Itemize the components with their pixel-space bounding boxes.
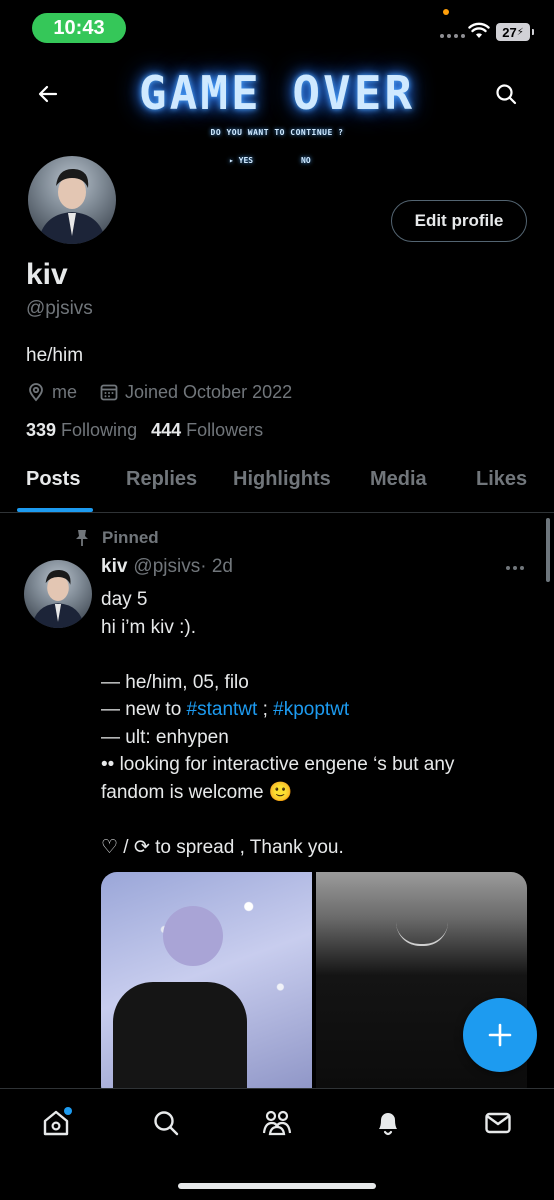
- following-link[interactable]: 339 Following: [26, 420, 137, 441]
- profile-avatar[interactable]: [24, 152, 120, 248]
- post-line-text: — new to: [101, 699, 187, 720]
- search-icon: [496, 84, 517, 105]
- avatar-image: [31, 570, 85, 628]
- followers-label: Followers: [186, 420, 264, 440]
- post-line: [101, 641, 531, 669]
- messages-icon: [485, 1112, 511, 1134]
- post-author-name[interactable]: kiv: [101, 556, 127, 578]
- pin-icon: [76, 530, 88, 546]
- post-line: — he/him, 05, filo: [101, 671, 249, 693]
- battery-indicator: 27 ⚡: [496, 23, 534, 41]
- location-pin-icon: [29, 383, 43, 402]
- notifications-icon: [379, 1113, 397, 1136]
- following-count: 339: [26, 420, 57, 440]
- tab-replies[interactable]: Replies: [126, 468, 197, 491]
- edit-profile-button[interactable]: Edit profile: [391, 200, 527, 242]
- wifi-icon: [468, 22, 490, 38]
- joined-text: Joined October 2022: [125, 381, 293, 402]
- post-author-handle[interactable]: @pjsivs: [133, 556, 200, 578]
- nav-search[interactable]: [146, 1103, 186, 1143]
- post-line-hashtags: — new to #stantwt ; #kpoptwt: [101, 696, 531, 724]
- profile-display-name: kiv: [26, 258, 68, 291]
- battery-level: 27: [502, 24, 517, 40]
- nav-communities[interactable]: [257, 1103, 297, 1143]
- post-more-button[interactable]: [500, 558, 530, 578]
- hashtag-link[interactable]: #stantwt: [187, 699, 258, 720]
- post-text: day 5 hi i’m kiv :). — he/him, 05, filo …: [101, 586, 531, 861]
- nav-notifications[interactable]: [368, 1103, 408, 1143]
- location-text: me: [52, 381, 78, 402]
- post-line: day 5: [101, 589, 148, 610]
- followers-count: 444: [151, 420, 182, 440]
- profile-meta: me Joined October 2022: [26, 380, 314, 404]
- followers-link[interactable]: 444 Followers: [151, 420, 263, 441]
- follow-stats: 339 Following 444 Followers: [26, 420, 277, 441]
- post-line: hi i’m kiv :).: [101, 616, 196, 638]
- status-time: 10:43: [32, 13, 126, 43]
- post-author-avatar[interactable]: [24, 560, 92, 628]
- cellular-signal-icon: [440, 34, 465, 38]
- banner-subtitle: DO YOU WANT TO CONTINUE ?: [210, 128, 344, 137]
- home-indicator-bar[interactable]: [178, 1183, 376, 1189]
- hashtag-link[interactable]: #kpoptwt: [273, 699, 349, 720]
- home-badge-dot: [64, 1107, 72, 1115]
- joined-item: Joined October 2022: [99, 382, 292, 403]
- banner-title: GAME OVER: [138, 66, 416, 120]
- bottom-navigation: [0, 1088, 554, 1200]
- location-item: me: [26, 382, 77, 403]
- profile-tabs: Posts Replies Highlights Media Likes: [0, 458, 554, 513]
- communities-icon: [262, 1110, 292, 1136]
- post-line: •• looking for interactive engene ‘s but…: [101, 754, 455, 775]
- active-tab-indicator: [17, 508, 93, 512]
- calendar-icon: [100, 384, 118, 401]
- tab-highlights[interactable]: Highlights: [233, 468, 331, 491]
- post-line: — ult: enhypen: [101, 726, 229, 748]
- nav-messages[interactable]: [478, 1103, 518, 1143]
- following-label: Following: [61, 420, 138, 440]
- back-arrow-icon: [38, 85, 58, 103]
- post-timestamp[interactable]: · 2d: [200, 556, 233, 578]
- nav-home[interactable]: [36, 1103, 76, 1143]
- avatar-image: [38, 168, 106, 244]
- banner-no: NO: [301, 156, 311, 165]
- pinned-label: Pinned: [102, 528, 159, 547]
- post-line: [101, 806, 531, 834]
- media-figure-head: [163, 906, 223, 966]
- post-line: fandom is welcome 🙂: [101, 781, 293, 803]
- search-icon: [154, 1111, 179, 1136]
- post-line: ♡ / ⟳ to spread , Thank you.: [101, 836, 344, 858]
- tab-likes[interactable]: Likes: [476, 468, 527, 491]
- scrollbar-thumb[interactable]: [546, 518, 550, 582]
- post-media-grid: [101, 872, 527, 1102]
- pinned-indicator: Pinned: [74, 528, 159, 548]
- post-media-image[interactable]: [101, 872, 312, 1102]
- media-figure-body: [113, 982, 247, 1102]
- plus-icon: [488, 1023, 512, 1047]
- banner-yes: ▸ YES: [229, 156, 254, 165]
- privacy-indicator-dot: [443, 9, 449, 15]
- back-button[interactable]: [28, 74, 68, 114]
- compose-post-button[interactable]: [463, 998, 537, 1072]
- search-button[interactable]: [486, 74, 526, 114]
- media-necklace: [396, 922, 448, 946]
- tab-media[interactable]: Media: [370, 468, 427, 491]
- status-bar: 10:43 27 ⚡: [0, 0, 554, 56]
- profile-bio: he/him: [26, 345, 84, 366]
- hashtag-separator: ;: [257, 699, 274, 720]
- post-header: kiv @pjsivs · 2d: [101, 556, 531, 578]
- tab-posts[interactable]: Posts: [26, 468, 80, 491]
- profile-handle: @pjsivs: [26, 298, 93, 319]
